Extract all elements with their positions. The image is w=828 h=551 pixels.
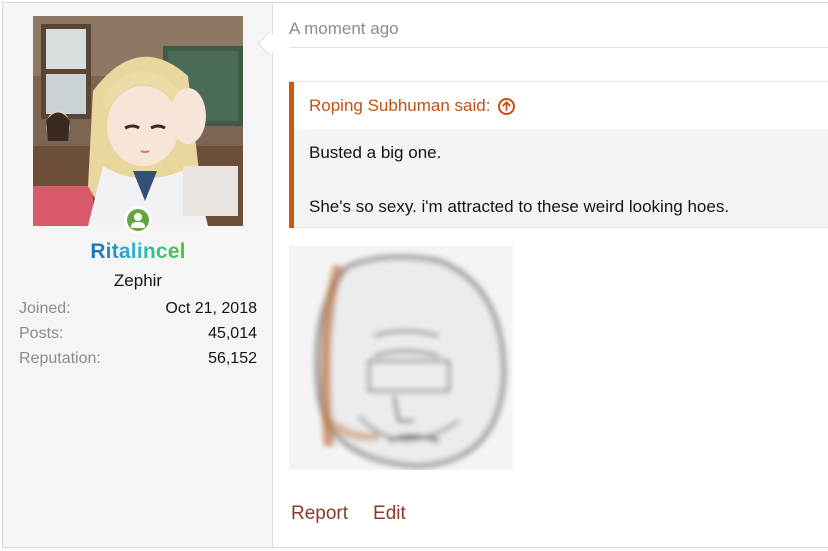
username-text[interactable]: Ritalincel — [90, 240, 185, 263]
quote-author-link[interactable]: Roping Subhuman said: — [309, 96, 516, 116]
blurred-face-sketch — [289, 246, 513, 470]
username[interactable]: Ritalincel — [3, 240, 273, 264]
online-status-badge — [124, 206, 152, 234]
quote-block: Roping Subhuman said: Busted a big one. … — [289, 81, 828, 228]
quote-author-text[interactable]: Roping Subhuman said: — [309, 96, 490, 116]
stat-label: Posts: — [19, 325, 64, 342]
edit-link[interactable]: Edit — [373, 503, 406, 525]
stat-label: Reputation: — [19, 350, 101, 367]
report-link[interactable]: Report — [291, 503, 348, 525]
user-avatar[interactable] — [33, 16, 243, 226]
stat-value: 56,152 — [208, 350, 257, 367]
quote-text-line: Busted a big one. — [309, 143, 442, 162]
quote-content: Busted a big one. She's so sexy. i'm att… — [294, 129, 828, 227]
post-image[interactable] — [289, 246, 513, 470]
stat-value: Oct 21, 2018 — [165, 300, 257, 317]
stat-label: Joined: — [19, 300, 71, 317]
stat-reputation: Reputation: 56,152 — [19, 350, 257, 375]
arrow-up-circle-icon[interactable] — [498, 97, 516, 115]
avatar-illustration — [33, 16, 243, 226]
user-title: Zephir — [113, 271, 163, 290]
post-timestamp[interactable]: A moment ago — [289, 19, 399, 39]
online-user-icon — [127, 209, 149, 231]
stat-joined: Joined: Oct 21, 2018 — [19, 300, 257, 325]
header-divider — [289, 47, 828, 48]
stat-value: 45,014 — [208, 325, 257, 342]
stat-posts: Posts: 45,014 — [19, 325, 257, 350]
user-stats: Joined: Oct 21, 2018 Posts: 45,014 Reput… — [19, 300, 257, 375]
quote-text-line: She's so sexy. i'm attracted to these we… — [309, 197, 730, 216]
post-actions: Report Edit — [291, 503, 406, 525]
quote-header: Roping Subhuman said: — [294, 82, 828, 129]
